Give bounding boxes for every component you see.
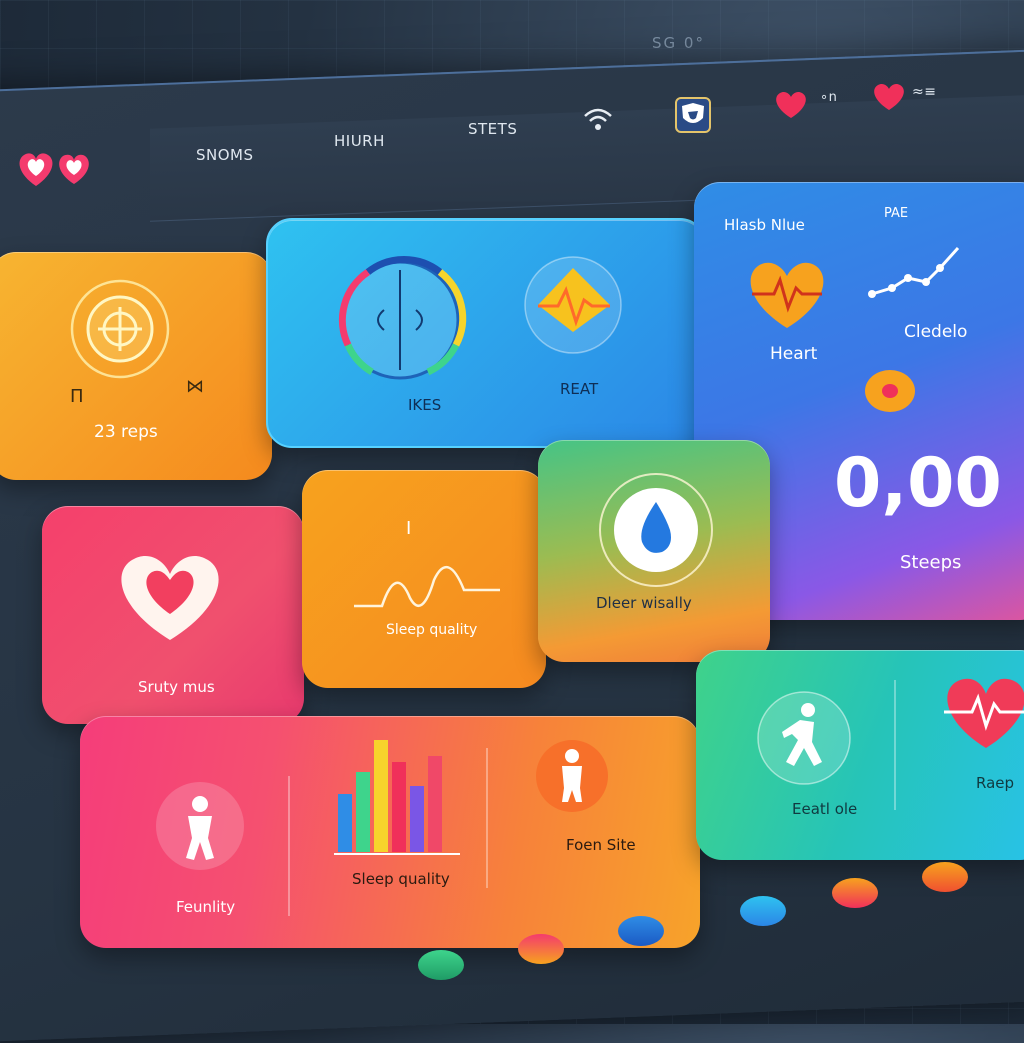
sleep-label: Sleep quality <box>386 622 478 638</box>
status-text-1: ∘n <box>820 90 838 105</box>
nav-item-hiurh[interactable]: HIURH <box>334 132 385 150</box>
heart-card-label: Sruty mus <box>138 678 215 696</box>
sidebar-title: Hlasb Nlue <box>724 216 805 234</box>
activity-right-label: Foen Site <box>566 836 636 854</box>
orange-dot-icon <box>862 368 918 414</box>
pulse-icon <box>352 550 502 620</box>
water-card[interactable]: Dleer wisally <box>538 440 770 662</box>
walking-card[interactable]: Eeatl ole Raep <box>696 650 1024 860</box>
big-value: 0,00 <box>834 444 1002 523</box>
divider <box>288 776 290 916</box>
activity-middle-label: Sleep quality <box>352 870 450 888</box>
big-value-label: Steeps <box>900 552 962 573</box>
nav-item-snoms[interactable]: SNOMS <box>196 146 254 164</box>
walking-person-icon <box>752 686 856 790</box>
sleep-marker: I <box>406 518 412 539</box>
line-chart-icon <box>868 238 968 308</box>
pulse-icon <box>518 250 628 360</box>
gauge-icon <box>328 250 478 390</box>
heart-pulse-icon <box>936 672 1024 752</box>
heart-label: Heart <box>770 344 818 364</box>
target-icon <box>60 274 190 384</box>
page-dot[interactable] <box>518 934 564 964</box>
standing-person-icon <box>150 776 250 876</box>
bar-chart-icon <box>330 732 470 862</box>
page-dot[interactable] <box>418 950 464 980</box>
heart-gauge-card[interactable]: IKES REAT <box>266 218 706 448</box>
gauge-label: IKES <box>408 396 442 414</box>
sleep-quality-card[interactable]: I Sleep quality <box>302 470 546 688</box>
status-text-2: ≈≡ <box>912 84 937 100</box>
heart-icon[interactable] <box>772 88 810 120</box>
divider <box>486 748 488 888</box>
water-label: Dleer wisally <box>596 594 692 612</box>
page-dot[interactable] <box>832 878 878 908</box>
app-logo[interactable] <box>14 146 104 192</box>
walking-left-label: Eeatl ole <box>792 800 858 818</box>
sidebar-small-label: PAE <box>884 206 909 221</box>
nav-item-stets[interactable]: STETS <box>468 120 517 138</box>
water-drop-icon <box>578 462 728 592</box>
page-dot[interactable] <box>740 896 786 926</box>
heart-icon <box>110 548 230 644</box>
chart-label: Cledelo <box>904 322 968 342</box>
divider <box>894 680 896 810</box>
right-mark: ⋈ <box>186 376 204 397</box>
background-code: SG 0° <box>652 34 705 52</box>
left-mark: Π <box>70 386 84 407</box>
heart-icon[interactable] <box>870 80 908 112</box>
standing-person-icon <box>532 736 612 816</box>
shield-icon[interactable] <box>672 96 714 134</box>
steps-label: 23 reps <box>94 422 158 442</box>
activity-left-label: Feunlity <box>176 898 236 916</box>
activity-card[interactable]: Feunlity Sleep quality Foen Site <box>80 716 700 948</box>
heart-card[interactable]: Sruty mus <box>42 506 304 724</box>
wifi-icon[interactable] <box>582 104 614 134</box>
pulse-label: REAT <box>560 380 599 398</box>
heart-icon <box>19 153 89 186</box>
page-dot[interactable] <box>618 916 664 946</box>
page-dot[interactable] <box>922 862 968 892</box>
heart-pulse-icon <box>742 254 832 332</box>
walking-right-label: Raep <box>976 774 1015 792</box>
steps-card[interactable]: Π ⋈ 23 reps <box>0 252 272 480</box>
